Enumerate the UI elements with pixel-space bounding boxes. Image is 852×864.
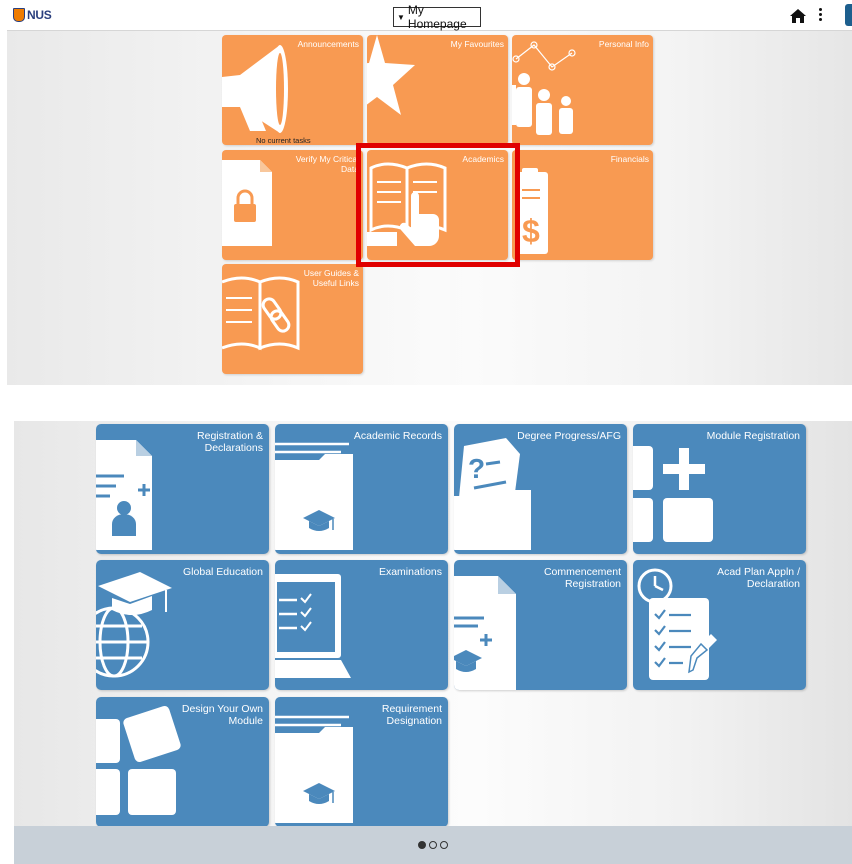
page-indicator-bar — [14, 826, 852, 864]
tile-label: Design Your Own Module — [181, 703, 263, 727]
tile-label: Verify My Critical Data — [295, 154, 359, 174]
tile-label: Academics — [462, 154, 504, 164]
tile-label: My Favourites — [450, 39, 504, 49]
tile-global-education[interactable]: Global Education — [96, 560, 269, 690]
tile-requirement-designation[interactable]: Requirement Designation — [275, 697, 448, 827]
tile-personal-info[interactable]: Personal Info — [512, 35, 653, 145]
nus-logo[interactable]: NUS — [13, 5, 52, 25]
tile-user-guides[interactable]: User Guides & Useful Links — [222, 264, 363, 374]
tile-examinations[interactable]: Examinations — [275, 560, 448, 690]
tile-design-your-own-module[interactable]: Design Your Own Module — [96, 697, 269, 827]
tile-registration-declarations[interactable]: Registration & Declarations — [96, 424, 269, 554]
homepage-selector-label: My Homepage — [407, 3, 467, 31]
globe-graduation-cap-icon — [96, 572, 172, 678]
tile-label: Global Education — [183, 566, 263, 578]
tile-label: Module Registration — [706, 430, 800, 442]
blocks-plus-icon — [633, 446, 713, 542]
svg-text:$: $ — [522, 213, 540, 249]
page-dot[interactable] — [418, 841, 426, 849]
homepage-selector[interactable]: ▼ My Homepage — [393, 3, 481, 31]
svg-text:?: ? — [468, 453, 485, 484]
people-icon — [512, 41, 576, 135]
homepage-panel: NUS ▼ My Homepage Announcements No curre… — [7, 0, 852, 385]
star-icon — [367, 35, 415, 115]
tile-academics[interactable]: Academics — [367, 150, 508, 260]
tile-module-registration[interactable]: Module Registration — [633, 424, 806, 554]
page-dot[interactable] — [429, 841, 437, 849]
home-icon[interactable] — [790, 9, 806, 23]
page-dot[interactable] — [440, 841, 448, 849]
document-question-folder-icon: ? — [454, 438, 531, 550]
tile-label: Financials — [610, 154, 649, 164]
tile-financials[interactable]: $ Financials — [512, 150, 653, 260]
tile-academic-records[interactable]: Academic Records — [275, 424, 448, 554]
tile-label: Examinations — [378, 566, 442, 578]
laptop-checklist-icon — [275, 574, 351, 678]
tile-label: Registration & Declarations — [197, 430, 263, 454]
top-bar: NUS ▼ My Homepage — [7, 0, 852, 31]
tile-label: Requirement Designation — [381, 703, 442, 727]
logo-text: NUS — [27, 8, 52, 22]
megaphone-icon — [222, 45, 288, 133]
tile-label: Acad Plan Appln / Declaration — [717, 566, 800, 590]
dropdown-triangle-icon: ▼ — [397, 12, 405, 22]
folder-graduation-cap-icon — [275, 442, 353, 550]
notification-tab[interactable] — [845, 4, 852, 26]
tile-announcements[interactable]: Announcements No current tasks — [222, 35, 363, 145]
tile-commencement-registration[interactable]: Commencement Registration — [454, 560, 627, 690]
tile-degree-progress[interactable]: ? Degree Progress/AFG — [454, 424, 627, 554]
tile-label: Announcements — [297, 39, 359, 49]
tile-subtext: No current tasks — [256, 136, 311, 145]
academics-panel: Registration & Declarations Academic Rec… — [14, 421, 852, 864]
tile-label: User Guides & Useful Links — [303, 268, 359, 288]
more-options-icon[interactable] — [817, 7, 823, 24]
tile-label: Academic Records — [353, 430, 442, 442]
tile-acad-plan-appln[interactable]: Acad Plan Appln / Declaration — [633, 560, 806, 690]
tile-my-favourites[interactable]: My Favourites — [367, 35, 508, 145]
dollar-document-icon: $ — [516, 168, 548, 254]
tile-label: Commencement Registration — [543, 566, 621, 590]
tile-label: Degree Progress/AFG — [517, 430, 621, 442]
nus-crest-icon — [13, 8, 25, 22]
tile-verify-critical-data[interactable]: Verify My Critical Data — [222, 150, 363, 260]
book-pointing-hand-icon — [367, 162, 447, 246]
tile-label: Personal Info — [598, 39, 649, 49]
